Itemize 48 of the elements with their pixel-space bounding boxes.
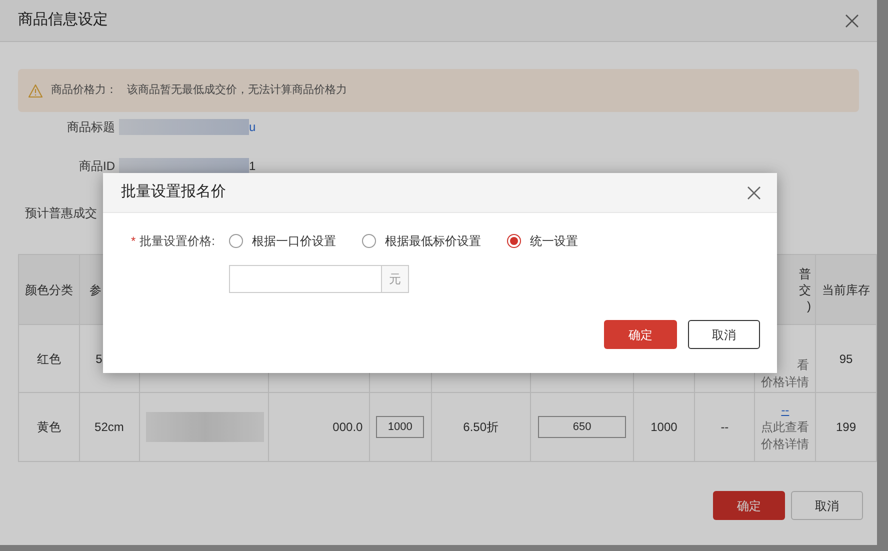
table-cell-text: 95: [839, 352, 853, 366]
field-label: 批量设置价格:: [140, 233, 215, 250]
close-icon[interactable]: [747, 186, 761, 200]
price-link[interactable]: --: [781, 402, 790, 418]
radio-button[interactable]: [229, 234, 243, 248]
required-mark: *: [130, 233, 136, 250]
detail-text: 价格详情: [761, 374, 810, 390]
cancel-button[interactable]: 取消: [688, 320, 760, 349]
table-cell-text: 199: [836, 420, 856, 434]
column-header: 当前库存: [821, 282, 872, 298]
column-header: 参: [88, 282, 103, 298]
confirm-button[interactable]: 确定: [713, 491, 785, 520]
alert-label: 商品价格力：: [51, 82, 117, 98]
radio-option[interactable]: 根据最低标价设置: [362, 232, 481, 250]
table-cell-text: 黄色: [36, 420, 61, 434]
modal-title: 批量设置报名价: [121, 182, 226, 202]
title-link[interactable]: u: [249, 118, 256, 136]
detail-text: 价格详情: [761, 436, 810, 452]
confirm-button[interactable]: 确定: [604, 320, 677, 349]
table-cell-text: 000.0: [332, 419, 364, 436]
table-cell-text: --: [720, 420, 729, 434]
table-cell-text: 6.50折: [463, 420, 499, 434]
detail-text: 点此查看: [761, 418, 810, 436]
detail-text: 看: [797, 356, 810, 374]
column-header: 颜色分类: [24, 282, 74, 298]
table-cell-text: 5: [94, 350, 104, 368]
column-header: 交: [799, 282, 812, 298]
field-value: 1: [249, 158, 256, 174]
table-input[interactable]: 650: [538, 416, 626, 438]
cancel-button[interactable]: 取消: [791, 491, 863, 520]
close-icon[interactable]: [845, 14, 859, 28]
column-header: ): [807, 298, 812, 314]
field-label: 商品ID: [78, 158, 115, 174]
warning-icon: [28, 84, 43, 98]
alert-message: 该商品暂无最低成交价，无法计算商品价格力: [127, 82, 347, 98]
radio-option[interactable]: 根据一口价设置: [229, 232, 336, 250]
field-label: 预计普惠成交: [25, 204, 97, 222]
dialog-title: 商品信息设定: [18, 10, 108, 30]
radio-option[interactable]: 统一设置: [507, 232, 578, 250]
unit-suffix: 元: [381, 266, 408, 292]
table-cell-text: 52cm: [94, 420, 124, 434]
field-label: 商品标题: [66, 119, 115, 136]
radio-button[interactable]: [362, 234, 376, 248]
table-cell-text: 1000: [650, 420, 678, 434]
radio-button[interactable]: [507, 234, 521, 248]
table-input[interactable]: 1000: [376, 416, 424, 438]
table-cell-text: 红色: [36, 352, 61, 366]
column-header: 普: [799, 266, 812, 282]
